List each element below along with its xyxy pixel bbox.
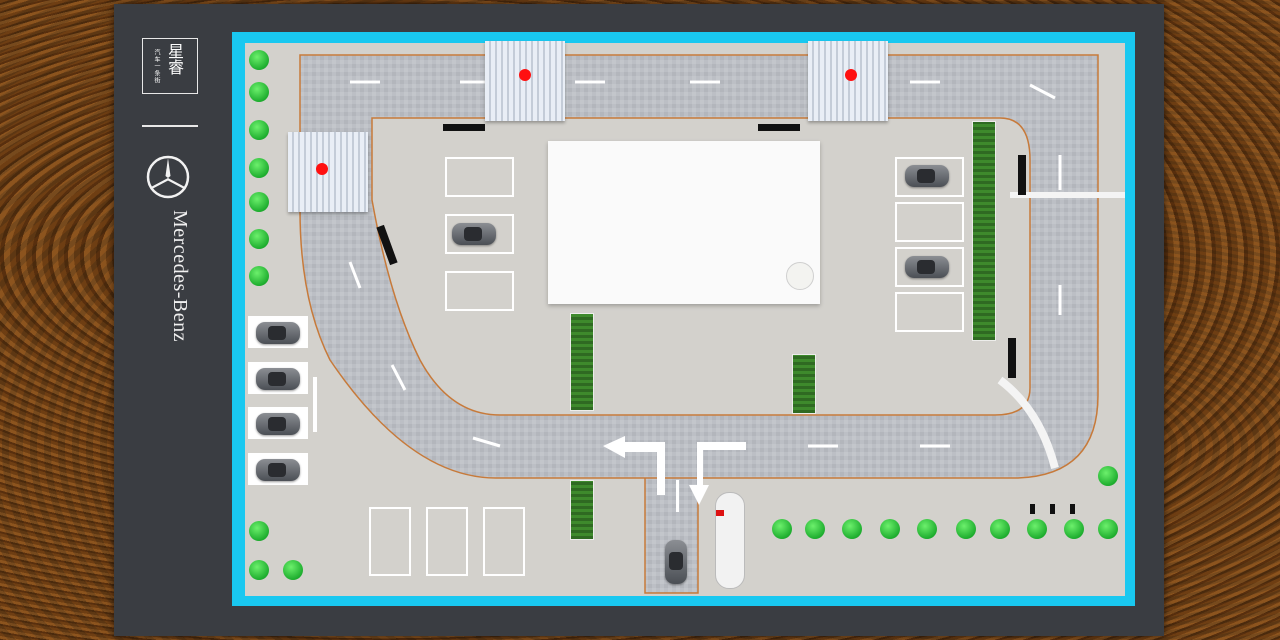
hedge xyxy=(973,122,995,340)
tree xyxy=(249,82,269,102)
flag-post xyxy=(1070,504,1075,514)
car xyxy=(665,540,687,584)
tree xyxy=(249,120,269,140)
tree xyxy=(1064,519,1084,539)
tree xyxy=(956,519,976,539)
tree xyxy=(1098,519,1118,539)
parking-slot xyxy=(895,202,964,242)
parking-slot xyxy=(895,292,964,332)
hedge xyxy=(571,481,593,539)
tree xyxy=(249,521,269,541)
parking-slot xyxy=(369,507,411,576)
sign-2 xyxy=(758,124,800,131)
parking-slot xyxy=(445,157,514,197)
tree xyxy=(842,519,862,539)
tree xyxy=(1098,466,1118,486)
car xyxy=(256,413,300,435)
flag-icon xyxy=(716,510,724,516)
gate-booth xyxy=(715,492,745,589)
car xyxy=(256,459,300,481)
road-layout xyxy=(299,54,1125,594)
tree xyxy=(805,519,825,539)
tree xyxy=(249,50,269,70)
car xyxy=(905,256,949,278)
tree xyxy=(249,229,269,249)
tree xyxy=(249,192,269,212)
showroom-building xyxy=(548,141,820,304)
marker-1 xyxy=(519,69,531,81)
hedge xyxy=(793,355,815,413)
tree xyxy=(1027,519,1047,539)
car xyxy=(905,165,949,187)
tree xyxy=(990,519,1010,539)
sign-1 xyxy=(443,124,485,131)
service-station-3 xyxy=(288,132,368,212)
service-station-2 xyxy=(808,41,888,121)
display-rail xyxy=(313,377,317,432)
hedge xyxy=(571,314,593,410)
car xyxy=(256,368,300,390)
car xyxy=(256,322,300,344)
flag-post xyxy=(1030,504,1035,514)
sign-3 xyxy=(1018,155,1026,195)
flag-post xyxy=(1050,504,1055,514)
tree xyxy=(249,560,269,580)
parking-slot xyxy=(483,507,525,576)
sign-4 xyxy=(1008,338,1016,378)
service-station-1 xyxy=(485,41,565,121)
marker-2 xyxy=(845,69,857,81)
tree xyxy=(772,519,792,539)
building-emblem xyxy=(786,262,814,290)
tree xyxy=(249,158,269,178)
parking-slot xyxy=(445,271,514,311)
tree xyxy=(880,519,900,539)
marker-3 xyxy=(316,163,328,175)
tree xyxy=(249,266,269,286)
car xyxy=(452,223,496,245)
tree xyxy=(283,560,303,580)
tree xyxy=(917,519,937,539)
parking-slot xyxy=(426,507,468,576)
